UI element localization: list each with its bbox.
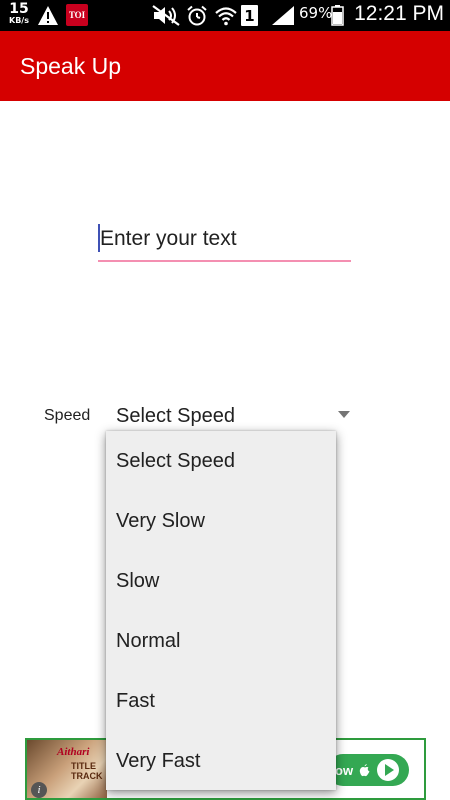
warning-icon: [38, 6, 58, 25]
network-speed-value: 15: [9, 1, 29, 17]
apple-icon: [359, 764, 370, 777]
speed-option-normal[interactable]: Normal: [106, 611, 336, 671]
app-title: Speak Up: [20, 53, 122, 79]
app-bar: Speak Up: [0, 31, 450, 101]
network-speed: 15 KB/s: [5, 2, 33, 25]
battery-percent: 69%: [299, 4, 333, 22]
wifi-icon: [215, 7, 237, 26]
speed-option-select-speed[interactable]: Select Speed: [106, 431, 336, 491]
ad-thumb-subtitle: TITLE TRACK: [71, 761, 103, 781]
ad-info-icon[interactable]: i: [31, 782, 47, 798]
screen: 15 KB/s TOI 1 69% 12:21 PM Speak Up Ente…: [0, 0, 450, 800]
ad-cta-button[interactable]: ow: [327, 754, 409, 786]
speed-option-very-fast[interactable]: Very Fast: [106, 731, 336, 791]
status-bar: 15 KB/s TOI 1 69% 12:21 PM: [0, 0, 450, 31]
text-input-container[interactable]: [98, 220, 351, 262]
battery-icon: [331, 5, 344, 26]
speed-spinner[interactable]: Select Speed: [106, 398, 356, 434]
ad-thumb-title: Aithari: [57, 746, 90, 758]
speed-option-slow[interactable]: Slow: [106, 551, 336, 611]
speed-label: Speed: [44, 407, 91, 424]
network-speed-unit: KB/s: [9, 16, 29, 25]
clock: 12:21 PM: [354, 2, 444, 25]
text-input[interactable]: [100, 220, 349, 258]
speed-spinner-value: Select Speed: [116, 405, 235, 427]
ad-thumbnail[interactable]: Aithari TITLE TRACK i: [27, 740, 107, 798]
signal-icon: [272, 6, 294, 25]
speed-dropdown-menu: Select Speed Very Slow Slow Normal Fast …: [106, 431, 336, 790]
speed-option-fast[interactable]: Fast: [106, 671, 336, 731]
dropdown-arrow-icon[interactable]: [338, 411, 350, 418]
mute-icon: [152, 5, 180, 26]
alarm-icon: [187, 5, 207, 26]
toi-app-icon: TOI: [66, 4, 88, 26]
ad-cta-label: ow: [335, 762, 354, 778]
play-store-icon: [377, 759, 400, 781]
sim-indicator: 1: [241, 5, 258, 26]
speed-option-very-slow[interactable]: Very Slow: [106, 491, 336, 551]
